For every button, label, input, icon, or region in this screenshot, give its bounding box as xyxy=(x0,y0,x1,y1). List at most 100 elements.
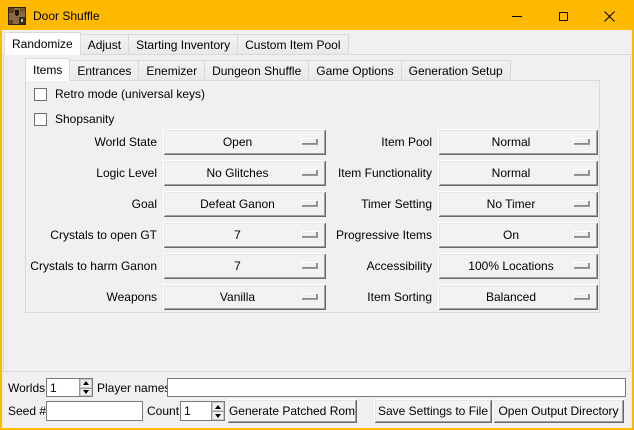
item-functionality-label: Item Functionality xyxy=(332,166,432,180)
open-output-directory-button[interactable]: Open Output Directory xyxy=(493,399,624,423)
tab-items[interactable]: Items xyxy=(25,58,70,81)
close-button[interactable] xyxy=(586,2,632,30)
door-icon xyxy=(8,7,26,25)
tab-dungeon-shuffle-label: Dungeon Shuffle xyxy=(212,64,301,78)
dropdown-indicator-icon xyxy=(301,231,317,237)
shopsanity-label: Shopsanity xyxy=(55,112,114,126)
item-pool-dropdown[interactable]: Normal xyxy=(438,129,598,155)
item-sorting-dropdown[interactable]: Balanced xyxy=(438,284,598,310)
dropdown-indicator-icon xyxy=(573,231,589,237)
count-spin-buttons xyxy=(211,402,224,420)
generate-patched-rom-button[interactable]: Generate Patched Rom xyxy=(227,399,357,423)
footer: Worlds Player names Seed # Count Generat… xyxy=(2,372,632,428)
tab-adjust[interactable]: Adjust xyxy=(80,34,129,54)
crystals-ganon-value: 7 xyxy=(234,259,255,273)
progressive-items-dropdown[interactable]: On xyxy=(438,222,598,248)
worlds-input[interactable] xyxy=(47,379,79,396)
item-pool-value: Normal xyxy=(492,135,545,149)
tab-custom-item-pool-label: Custom Item Pool xyxy=(245,38,340,52)
up-arrow-icon xyxy=(215,405,221,409)
accessibility-dropdown[interactable]: 100% Locations xyxy=(438,253,598,279)
timer-setting-dropdown[interactable]: No Timer xyxy=(438,191,598,217)
maximize-button[interactable] xyxy=(540,2,586,30)
crystals-gt-dropdown[interactable]: 7 xyxy=(163,222,326,248)
item-pool-label: Item Pool xyxy=(332,135,432,149)
count-input[interactable] xyxy=(181,402,211,420)
item-sorting-value: Balanced xyxy=(486,290,550,304)
weapons-value: Vanilla xyxy=(220,290,269,304)
tab-game-options-label: Game Options xyxy=(316,64,393,78)
count-up-button[interactable] xyxy=(212,402,224,411)
open-output-directory-label: Open Output Directory xyxy=(498,404,618,418)
weapons-label: Weapons xyxy=(29,290,157,304)
item-functionality-dropdown[interactable]: Normal xyxy=(438,160,598,186)
minimize-button[interactable] xyxy=(494,2,540,30)
seed-input[interactable] xyxy=(46,401,143,421)
crystals-ganon-dropdown[interactable]: 7 xyxy=(163,253,326,279)
seed-label: Seed # xyxy=(8,404,46,418)
options-form: World State Open Item Pool Normal Logic … xyxy=(29,129,598,310)
goal-dropdown[interactable]: Defeat Ganon xyxy=(163,191,326,217)
accessibility-value: 100% Locations xyxy=(468,259,567,273)
save-settings-label: Save Settings to File xyxy=(378,404,488,418)
tab-enemizer[interactable]: Enemizer xyxy=(138,60,205,80)
titlebar: Door Shuffle xyxy=(2,2,632,30)
count-down-button[interactable] xyxy=(212,411,224,420)
accessibility-label: Accessibility xyxy=(332,259,432,273)
worlds-spinner[interactable] xyxy=(46,378,93,397)
retro-mode-row: Retro mode (universal keys) xyxy=(34,87,205,101)
crystals-ganon-label: Crystals to harm Ganon xyxy=(29,259,157,273)
worlds-up-button[interactable] xyxy=(80,379,92,388)
world-state-dropdown[interactable]: Open xyxy=(163,129,326,155)
count-spinner[interactable] xyxy=(180,401,225,421)
dropdown-indicator-icon xyxy=(573,138,589,144)
worlds-down-button[interactable] xyxy=(80,388,92,397)
worlds-spin-buttons xyxy=(79,379,92,396)
generate-patched-rom-label: Generate Patched Rom xyxy=(229,404,355,418)
logic-level-label: Logic Level xyxy=(29,166,157,180)
item-functionality-value: Normal xyxy=(492,166,545,180)
window-controls xyxy=(494,2,632,30)
progressive-items-label: Progressive Items xyxy=(332,228,432,242)
dropdown-indicator-icon xyxy=(573,293,589,299)
shopsanity-checkbox[interactable] xyxy=(34,113,47,126)
tab-custom-item-pool[interactable]: Custom Item Pool xyxy=(237,34,348,54)
dropdown-indicator-icon xyxy=(573,200,589,206)
minimize-icon xyxy=(512,16,522,17)
tab-starting-inventory-label: Starting Inventory xyxy=(136,38,230,52)
dropdown-indicator-icon xyxy=(301,200,317,206)
player-names-label: Player names xyxy=(97,381,170,395)
logic-level-dropdown[interactable]: No Glitches xyxy=(163,160,326,186)
tab-entrances[interactable]: Entrances xyxy=(69,60,139,80)
world-state-value: Open xyxy=(223,135,266,149)
save-settings-button[interactable]: Save Settings to File xyxy=(374,399,492,423)
timer-setting-value: No Timer xyxy=(487,197,550,211)
retro-mode-checkbox[interactable] xyxy=(34,88,47,101)
player-names-input[interactable] xyxy=(167,378,626,397)
tab-entrances-label: Entrances xyxy=(77,64,131,78)
tab-dungeon-shuffle[interactable]: Dungeon Shuffle xyxy=(204,60,309,80)
shopsanity-row: Shopsanity xyxy=(34,112,114,126)
dropdown-indicator-icon xyxy=(573,169,589,175)
item-sorting-label: Item Sorting xyxy=(332,290,432,304)
up-arrow-icon xyxy=(83,381,89,385)
tab-generation-setup[interactable]: Generation Setup xyxy=(401,60,511,80)
dropdown-indicator-icon xyxy=(301,293,317,299)
tab-randomize[interactable]: Randomize xyxy=(4,32,81,55)
down-arrow-icon xyxy=(83,390,89,394)
logic-level-value: No Glitches xyxy=(206,166,282,180)
maximize-icon xyxy=(559,12,568,21)
goal-value: Defeat Ganon xyxy=(200,197,289,211)
progressive-items-value: On xyxy=(503,228,533,242)
tab-adjust-label: Adjust xyxy=(88,38,121,52)
tab-game-options[interactable]: Game Options xyxy=(308,60,401,80)
down-arrow-icon xyxy=(215,414,221,418)
world-state-label: World State xyxy=(29,135,157,149)
dropdown-indicator-icon xyxy=(301,138,317,144)
main-tabstrip: Randomize Adjust Starting Inventory Cust… xyxy=(2,30,632,55)
count-label: Count xyxy=(147,404,179,418)
weapons-dropdown[interactable]: Vanilla xyxy=(163,284,326,310)
tab-starting-inventory[interactable]: Starting Inventory xyxy=(128,34,238,54)
close-icon xyxy=(604,11,615,22)
dropdown-indicator-icon xyxy=(573,262,589,268)
